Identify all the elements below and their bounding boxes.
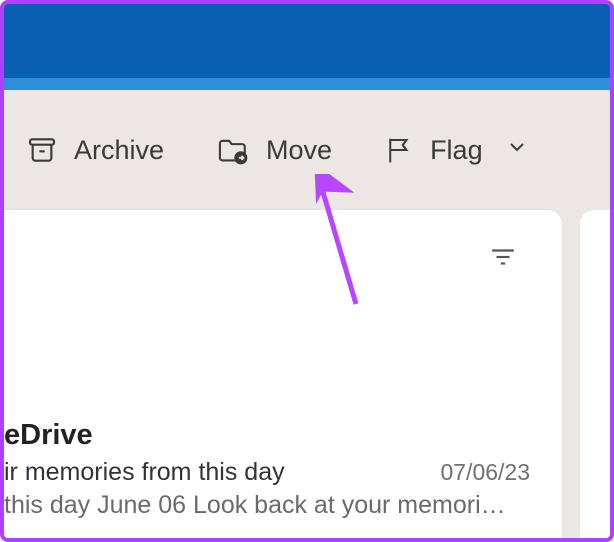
app-frame: Archive Move Flag — [0, 0, 614, 542]
archive-label: Archive — [74, 135, 164, 166]
move-label: Move — [266, 135, 332, 166]
folder-move-icon — [216, 134, 250, 166]
flag-label: Flag — [430, 135, 483, 166]
window-titlebar — [4, 4, 610, 78]
mail-sender: eDrive — [4, 419, 530, 452]
mail-list-item[interactable]: eDrive ir memories from this day 07/06/2… — [4, 419, 544, 520]
flag-button[interactable]: Flag — [384, 134, 483, 166]
filter-icon[interactable] — [490, 246, 516, 273]
toolbar: Archive Move Flag — [4, 90, 610, 210]
flag-icon — [384, 134, 414, 166]
window-titlebar-accent — [4, 78, 610, 90]
message-list-pane: eDrive ir memories from this day 07/06/2… — [4, 210, 562, 538]
mail-date: 07/06/23 — [440, 459, 530, 486]
chevron-down-icon[interactable] — [505, 135, 529, 166]
adjacent-pane — [580, 210, 614, 538]
mail-preview: this day June 06 Look back at your memor… — [4, 491, 530, 520]
content-area: eDrive ir memories from this day 07/06/2… — [4, 210, 610, 538]
move-button[interactable]: Move — [216, 134, 332, 166]
archive-icon — [26, 134, 58, 166]
archive-button[interactable]: Archive — [26, 134, 164, 166]
mail-subject: ir memories from this day — [4, 458, 285, 487]
